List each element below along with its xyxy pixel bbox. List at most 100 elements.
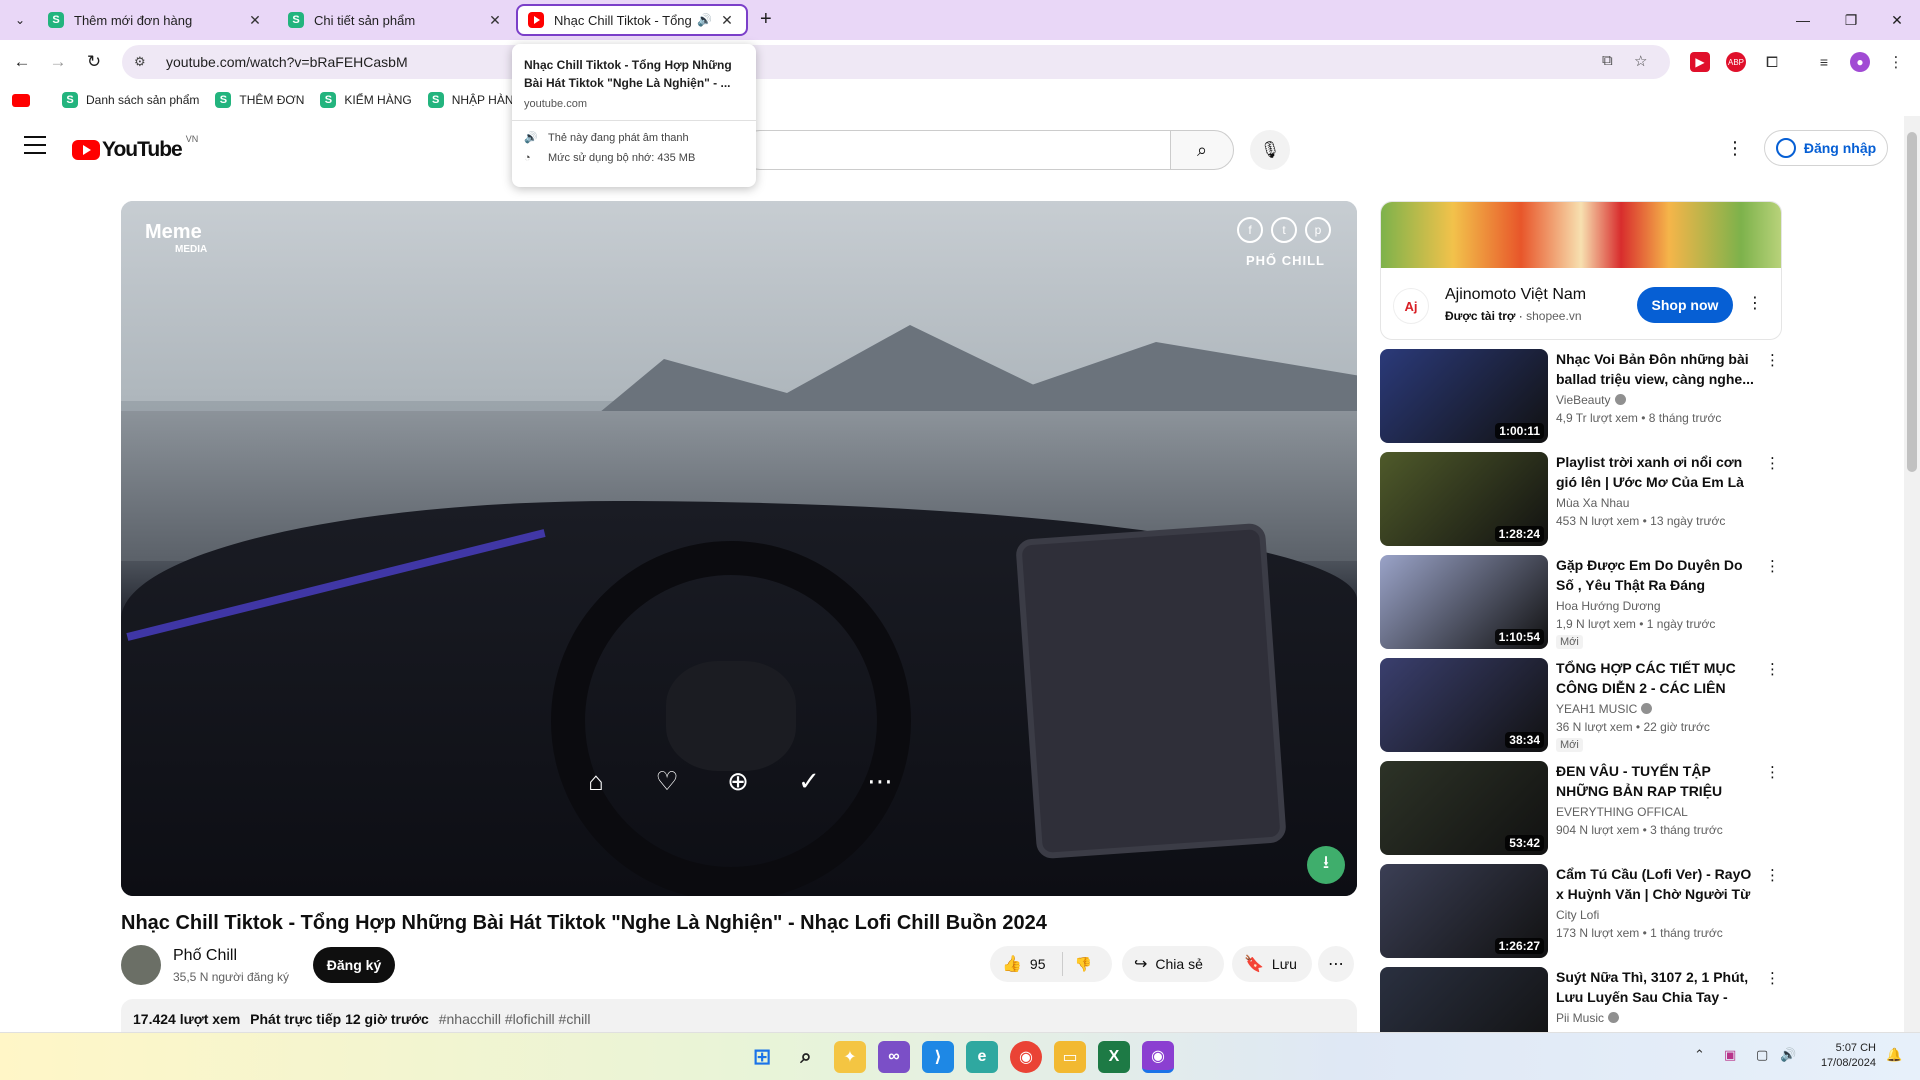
recommended-channel[interactable]: YEAH1 MUSIC — [1556, 702, 1653, 716]
subscribe-button[interactable]: Đăng ký — [313, 947, 395, 983]
chrome-profile-icon[interactable]: ◉ — [1142, 1041, 1174, 1073]
voice-search-button[interactable]: 🎙 — [1250, 130, 1290, 170]
bookmark-youtube[interactable] — [0, 93, 46, 107]
address-bar[interactable]: ⚙ youtube.com/watch?v=bRaFEHCasbM ⧉ ☆ — [122, 45, 1670, 79]
recommended-video-title[interactable]: Gặp Được Em Do Duyên Do Số , Yêu Thật Ra… — [1556, 555, 1756, 595]
thumbs-up-icon[interactable]: 👍 — [1002, 954, 1022, 974]
more-vert-icon[interactable]: ⋮ — [1747, 293, 1763, 313]
save-button[interactable]: 🔖 Lưu — [1232, 946, 1312, 982]
recommended-channel[interactable]: VieBeauty — [1556, 393, 1626, 407]
video-player[interactable]: Meme MEDIA f t p PHỐ CHILL ⌂ ♡ ⊕ ✓ ⋯ ⭳ — [121, 201, 1357, 896]
recommended-video-item[interactable]: 1:10:54 Gặp Được Em Do Duyên Do Số , Yêu … — [1380, 555, 1780, 651]
volume-icon[interactable]: 🔊 — [1780, 1047, 1796, 1063]
close-icon[interactable]: ✕ — [486, 12, 504, 29]
hashtags[interactable]: #nhacchill #lofichill #chill — [439, 1011, 591, 1027]
windows-start-icon[interactable]: ⊞ — [746, 1041, 778, 1073]
channel-avatar[interactable] — [121, 945, 161, 985]
minimize-button[interactable]: — — [1780, 0, 1826, 40]
close-icon[interactable]: ✕ — [246, 12, 264, 29]
excel-icon[interactable]: X — [1098, 1041, 1130, 1073]
recommended-channel[interactable]: Mùa Xa Nhau — [1556, 496, 1629, 510]
vscode-icon[interactable]: ⟩ — [922, 1041, 954, 1073]
recommended-video-title[interactable]: ĐEN VÂU - TUYỂN TẬP NHỮNG BẢN RAP TRIỆU … — [1556, 761, 1756, 801]
tab-chi-tiet-san-pham[interactable]: S Chi tiết sản phẩm ✕ — [278, 4, 514, 36]
recommended-video-item[interactable]: 38:34 TỔNG HỢP CÁC TIẾT MỤC CÔNG DIỄN 2 -… — [1380, 658, 1780, 754]
sign-in-button[interactable]: Đăng nhập — [1764, 130, 1888, 166]
install-app-icon[interactable]: ⧉ — [1602, 52, 1613, 69]
site-info-icon[interactable]: ⚙ — [134, 54, 156, 70]
thumbs-down-icon[interactable]: 👎 — [1075, 956, 1092, 973]
video-thumbnail[interactable]: 1:28:24 — [1380, 452, 1548, 546]
recommended-video-title[interactable]: TỔNG HỢP CÁC TIẾT MỤC CÔNG DIỄN 2 - CÁC … — [1556, 658, 1756, 698]
notification-bell-icon[interactable]: 🔔 — [1886, 1047, 1902, 1063]
new-tab-button[interactable]: + — [760, 8, 772, 30]
more-vert-icon[interactable]: ⋮ — [1765, 866, 1780, 884]
widgets-icon[interactable]: ✦ — [834, 1041, 866, 1073]
recommended-channel[interactable]: Pii Music — [1556, 1011, 1620, 1025]
bookmark-star-icon[interactable]: ☆ — [1634, 52, 1647, 70]
recommended-channel[interactable]: Hoa Hướng Dương — [1556, 599, 1661, 613]
chrome-icon[interactable]: ◉ — [1010, 1041, 1042, 1073]
more-vert-icon[interactable]: ⋮ — [1765, 969, 1780, 987]
forward-button[interactable]: → — [44, 48, 72, 76]
media-control-icon[interactable]: ≡ — [1814, 52, 1834, 72]
speaker-icon[interactable]: 🔊 — [697, 13, 712, 27]
network-icon[interactable]: ▢ — [1756, 1047, 1768, 1063]
sponsored-ad-card[interactable]: Aj Ajinomoto Việt Nam Được tài trợ · sho… — [1380, 201, 1782, 340]
restore-button[interactable]: ❐ — [1828, 0, 1874, 40]
video-thumbnail[interactable]: 1:00:11 — [1380, 349, 1548, 443]
reload-button[interactable]: ↻ — [80, 48, 108, 76]
video-thumbnail[interactable]: 1:10:54 — [1380, 555, 1548, 649]
recommended-channel[interactable]: City Lofi — [1556, 908, 1599, 922]
youtube-extension-icon[interactable]: ▶ — [1690, 52, 1710, 72]
download-icon[interactable]: ⭳ — [1307, 846, 1345, 884]
url-text[interactable]: youtube.com/watch?v=bRaFEHCasbM — [166, 54, 408, 70]
ad-banner-image[interactable] — [1381, 202, 1781, 268]
recommended-channel[interactable]: EVERYTHING OFFICAL — [1556, 805, 1688, 819]
recommended-video-item[interactable]: 1:00:11 Nhạc Voi Bản Đôn những bài ballad… — [1380, 349, 1780, 445]
recommended-video-title[interactable]: Suýt Nữa Thì, 3107 2, 1 Phút, Lưu Luyến … — [1556, 967, 1756, 1007]
profile-avatar-icon[interactable]: ● — [1850, 52, 1870, 72]
close-window-button[interactable]: ✕ — [1874, 0, 1920, 40]
video-thumbnail[interactable]: 38:34 — [1380, 658, 1548, 752]
tray-expand-icon[interactable]: ⌃ — [1694, 1047, 1705, 1063]
more-actions-button[interactable]: ⋯ — [1318, 946, 1354, 982]
recommended-video-title[interactable]: Playlist trời xanh ơi nổi cơn gió lên | … — [1556, 452, 1756, 492]
system-clock[interactable]: 5:07 CH 17/08/2024 — [1814, 1041, 1876, 1071]
video-thumbnail[interactable]: 1:26:27 — [1380, 864, 1548, 958]
bookmark-nhap-hang[interactable]: S NHẬP HÀNG — [427, 92, 523, 108]
youtube-logo[interactable]: YouTube VN — [72, 134, 198, 162]
tray-app-icon[interactable]: ▣ — [1724, 1047, 1736, 1063]
recommended-video-title[interactable]: Cẩm Tú Cầu (Lofi Ver) - RayO x Huỳnh Văn… — [1556, 864, 1756, 904]
search-button[interactable]: ⌕ — [1170, 130, 1234, 170]
shop-now-button[interactable]: Shop now — [1637, 287, 1733, 323]
settings-more-icon[interactable]: ⋮ — [1726, 138, 1744, 159]
share-button[interactable]: ↪ Chia sẻ — [1122, 946, 1224, 982]
recommended-video-title[interactable]: Nhạc Voi Bản Đôn những bài ballad triệu … — [1556, 349, 1756, 389]
tab-youtube-active[interactable]: Nhạc Chill Tiktok - Tổng Hợ 🔊 ✕ — [516, 4, 748, 36]
bookmark-danh-sach-san-pham[interactable]: S Danh sách sản phẩm — [62, 92, 199, 108]
close-icon[interactable]: ✕ — [718, 12, 736, 29]
more-vert-icon[interactable]: ⋮ — [1765, 454, 1780, 472]
channel-name[interactable]: Phố Chill — [173, 947, 237, 965]
adblock-icon[interactable]: ABP — [1726, 52, 1746, 72]
recommended-video-item[interactable]: 1:26:27 Cẩm Tú Cầu (Lofi Ver) - RayO x Hu… — [1380, 864, 1780, 960]
edge-icon[interactable]: e — [966, 1041, 998, 1073]
more-vert-icon[interactable]: ⋮ — [1765, 763, 1780, 781]
search-input[interactable] — [740, 130, 1170, 170]
bookmark-kiem-hang[interactable]: S KIỂM HÀNG — [320, 92, 412, 108]
bookmark-them-don[interactable]: S THÊM ĐƠN — [215, 92, 304, 108]
file-explorer-icon[interactable]: ▭ — [1054, 1041, 1086, 1073]
recommended-video-item[interactable]: 1:28:24 Playlist trời xanh ơi nổi cơn gió… — [1380, 452, 1780, 548]
tab-search-chevron-icon[interactable]: ⌄ — [8, 8, 32, 32]
extensions-puzzle-icon[interactable]: ⧠ — [1762, 52, 1782, 72]
video-thumbnail[interactable]: 53:42 — [1380, 761, 1548, 855]
browser-menu-icon[interactable]: ⋮ — [1886, 52, 1906, 72]
like-count[interactable]: 95 — [1030, 956, 1046, 972]
tab-them-moi-don-hang[interactable]: S Thêm mới đơn hàng ✕ — [38, 4, 274, 36]
more-vert-icon[interactable]: ⋮ — [1765, 660, 1780, 678]
search-icon[interactable]: ⌕ — [790, 1041, 822, 1073]
recommended-video-item[interactable]: 53:42 ĐEN VÂU - TUYỂN TẬP NHỮNG BẢN RAP T… — [1380, 761, 1780, 857]
visual-studio-icon[interactable]: ∞ — [878, 1041, 910, 1073]
hamburger-menu-icon[interactable] — [24, 136, 46, 160]
